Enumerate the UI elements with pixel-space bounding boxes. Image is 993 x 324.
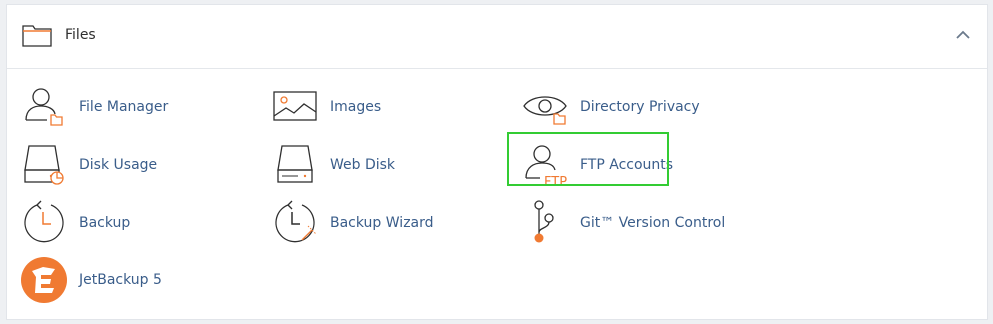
disk-usage-icon bbox=[24, 145, 64, 185]
ftp-text: FTP bbox=[544, 175, 567, 188]
file-manager-icon bbox=[25, 88, 63, 126]
backup-link[interactable]: Backup bbox=[21, 200, 241, 250]
item-label[interactable]: Git™ Version Control bbox=[580, 215, 725, 231]
ftp-accounts-link[interactable]: FTP FTP Accounts bbox=[522, 142, 742, 192]
item-label[interactable]: Disk Usage bbox=[79, 157, 157, 173]
directory-privacy-icon bbox=[523, 96, 567, 125]
backup-wizard-link[interactable]: Backup Wizard bbox=[272, 200, 492, 250]
item-label[interactable]: Backup Wizard bbox=[330, 215, 434, 231]
item-label[interactable]: JetBackup 5 bbox=[79, 272, 162, 288]
item-label[interactable]: Directory Privacy bbox=[580, 99, 700, 115]
chevron-up-icon[interactable] bbox=[955, 29, 971, 41]
item-label[interactable]: FTP Accounts bbox=[580, 157, 673, 173]
jetbackup-link[interactable]: JetBackup 5 bbox=[21, 257, 241, 307]
folder-icon bbox=[22, 25, 52, 47]
git-version-control-link[interactable]: Git™ Version Control bbox=[522, 200, 752, 250]
file-manager-link[interactable]: File Manager bbox=[21, 84, 241, 134]
images-link[interactable]: Images bbox=[272, 84, 492, 134]
section-title: Files bbox=[65, 27, 96, 43]
item-label[interactable]: Backup bbox=[79, 215, 130, 231]
jetbackup-icon bbox=[21, 257, 67, 303]
backup-wizard-icon bbox=[275, 200, 317, 243]
item-label[interactable]: File Manager bbox=[79, 99, 168, 115]
ftp-accounts-icon: FTP bbox=[525, 145, 567, 188]
web-disk-icon bbox=[277, 145, 313, 183]
backup-icon bbox=[24, 200, 64, 243]
panel-header[interactable]: Files bbox=[7, 5, 987, 69]
item-label[interactable]: Images bbox=[330, 99, 381, 115]
git-icon bbox=[534, 200, 554, 243]
disk-usage-link[interactable]: Disk Usage bbox=[21, 142, 241, 192]
directory-privacy-link[interactable]: Directory Privacy bbox=[522, 84, 742, 134]
item-label[interactable]: Web Disk bbox=[330, 157, 395, 173]
files-panel: Files File Manager Images Directory Priv… bbox=[6, 4, 988, 320]
web-disk-link[interactable]: Web Disk bbox=[272, 142, 492, 192]
images-icon bbox=[273, 91, 317, 121]
